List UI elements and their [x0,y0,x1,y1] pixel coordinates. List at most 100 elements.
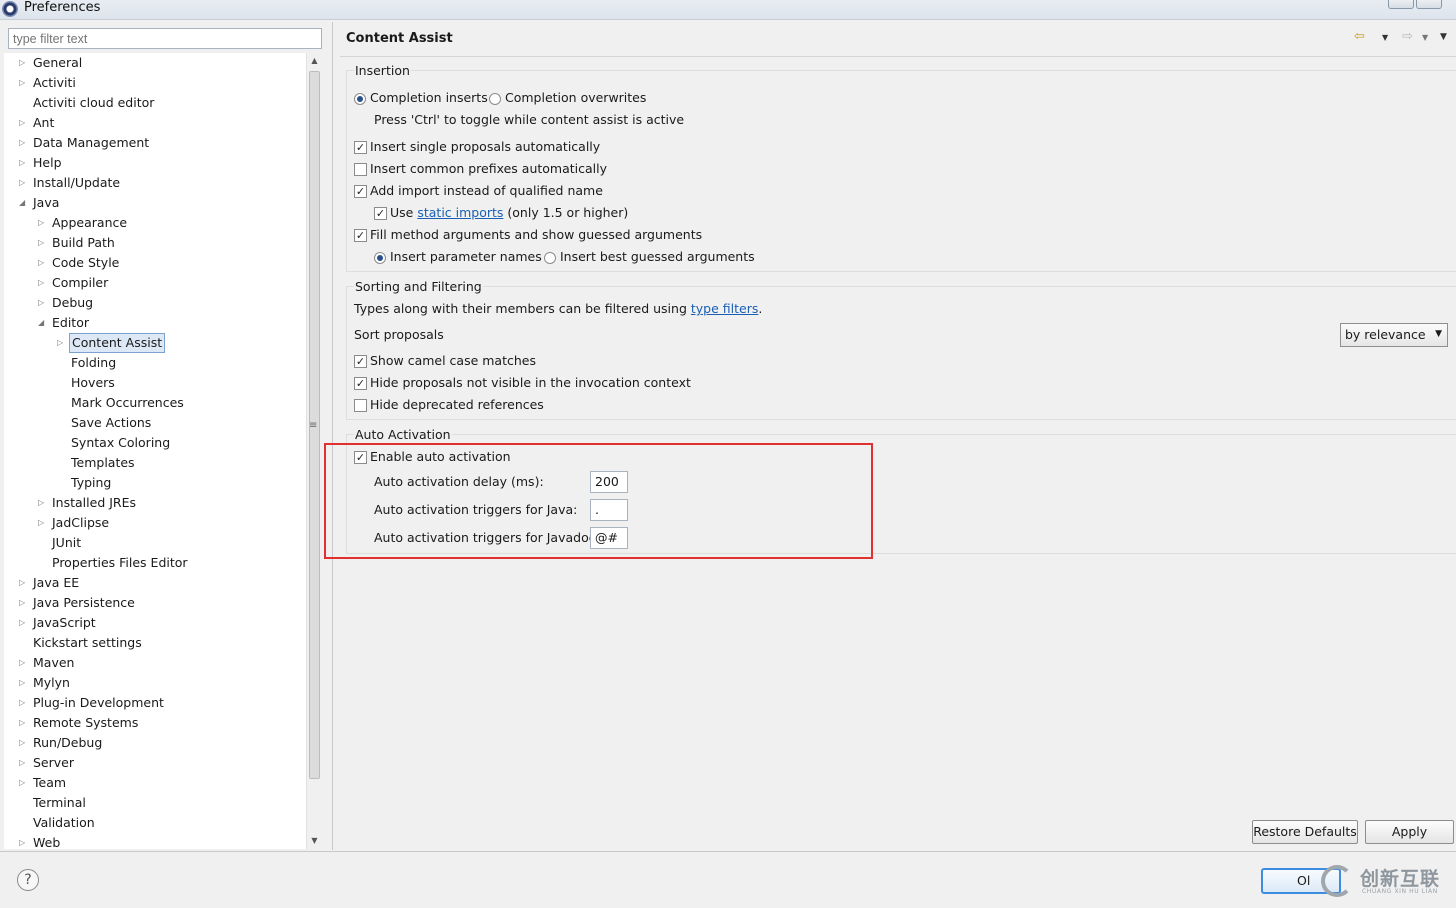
completion-inserts-radio[interactable] [354,93,366,105]
tree-item[interactable]: Terminal [4,793,304,813]
collapsed-arrow-icon[interactable]: ▷ [19,153,29,173]
collapsed-arrow-icon[interactable]: ▷ [19,753,29,773]
tree-item[interactable]: Validation [4,813,304,833]
fill-method-checkbox[interactable]: ✓ [354,229,367,242]
tree-item[interactable]: Templates [4,453,304,473]
expanded-arrow-icon[interactable]: ◢ [19,193,29,213]
tree-item[interactable]: ▷ Team [4,773,304,793]
collapsed-arrow-icon[interactable]: ▷ [38,213,48,233]
hide-not-visible-checkbox[interactable]: ✓ [354,377,367,390]
sort-proposals-select[interactable]: by relevance ▼ [1340,323,1448,347]
tree-item[interactable]: Syntax Coloring [4,433,304,453]
tree-item[interactable]: Typing [4,473,304,493]
tree-item[interactable]: ▷ Debug [4,293,304,313]
tree-item[interactable]: ▷ Help [4,153,304,173]
help-icon[interactable]: ? [17,869,39,891]
collapsed-arrow-icon[interactable]: ▷ [19,113,29,133]
tree-item[interactable]: ▷ Mylyn [4,673,304,693]
tree-item[interactable]: ▷ Activiti [4,73,304,93]
tree-item[interactable]: Properties Files Editor [4,553,304,573]
tree-item[interactable]: Folding [4,353,304,373]
tree-item[interactable]: ▷ Server [4,753,304,773]
filter-input[interactable] [8,28,322,49]
collapsed-arrow-icon[interactable]: ▷ [19,573,29,593]
tree-item[interactable]: ▷ Java EE [4,573,304,593]
collapsed-arrow-icon[interactable]: ▷ [19,73,29,93]
tree-item[interactable]: ▷ Ant [4,113,304,133]
restore-defaults-button[interactable]: Restore Defaults [1252,820,1358,844]
tree-item[interactable]: ▷ Maven [4,653,304,673]
tree-item[interactable]: ▷ JadClipse [4,513,304,533]
tree-item[interactable]: Hovers [4,373,304,393]
static-imports-link[interactable]: static imports [417,205,503,220]
collapsed-arrow-icon[interactable]: ▷ [19,733,29,753]
completion-overwrites-radio[interactable] [489,93,501,105]
back-dropdown-icon[interactable]: ▼ [1382,33,1388,42]
tree-item[interactable]: Activiti cloud editor [4,93,304,113]
collapsed-arrow-icon[interactable]: ▷ [19,833,29,849]
collapsed-arrow-icon[interactable]: ▷ [19,673,29,693]
sash-grip-icon[interactable]: ≡ [309,420,317,431]
scroll-up-icon[interactable]: ▲ [307,53,322,69]
tree-item[interactable]: ▷ Data Management [4,133,304,153]
tree-item[interactable]: ▷ Web [4,833,304,849]
collapsed-arrow-icon[interactable]: ▷ [38,233,48,253]
collapsed-arrow-icon[interactable]: ▷ [38,273,48,293]
expanded-arrow-icon[interactable]: ◢ [38,313,48,333]
collapsed-arrow-icon[interactable]: ▷ [19,173,29,193]
collapsed-arrow-icon[interactable]: ▷ [57,333,67,353]
minimize-button[interactable] [1388,0,1414,9]
tree-item[interactable]: ▷ Build Path [4,233,304,253]
tree-item[interactable]: ▷ JavaScript [4,613,304,633]
tree-item[interactable]: ▷ Remote Systems [4,713,304,733]
tree-item[interactable]: ▷ Content Assist [4,333,304,353]
header-rule [340,56,1456,57]
collapsed-arrow-icon[interactable]: ▷ [19,693,29,713]
use-static-imports-checkbox[interactable]: ✓ [374,207,387,220]
forward-arrow-icon[interactable]: ⇨ [1402,29,1413,44]
scroll-down-icon[interactable]: ▼ [307,833,322,849]
tree-item[interactable]: Kickstart settings [4,633,304,653]
tree-item[interactable]: ◢ Editor [4,313,304,333]
collapsed-arrow-icon[interactable]: ▷ [19,713,29,733]
add-import-checkbox[interactable]: ✓ [354,185,367,198]
pane-divider[interactable] [332,22,333,850]
back-arrow-icon[interactable]: ⇦ [1354,29,1365,44]
tree-item[interactable]: Save Actions [4,413,304,433]
tree-item[interactable]: ▷ Compiler [4,273,304,293]
tree-item[interactable]: ▷ Plug-in Development [4,693,304,713]
insert-best-guessed-radio[interactable] [544,252,556,264]
collapsed-arrow-icon[interactable]: ▷ [38,293,48,313]
tree-item[interactable]: ▷ General [4,53,304,73]
collapsed-arrow-icon[interactable]: ▷ [19,53,29,73]
tree-item[interactable]: ◢ Java [4,193,304,213]
forward-dropdown-icon[interactable]: ▼ [1422,33,1428,42]
tree-item[interactable]: Mark Occurrences [4,393,304,413]
type-filters-link[interactable]: type filters [691,301,759,316]
collapsed-arrow-icon[interactable]: ▷ [19,133,29,153]
tree-item[interactable]: ▷ Code Style [4,253,304,273]
tree-item[interactable]: ▷ Appearance [4,213,304,233]
collapsed-arrow-icon[interactable]: ▷ [38,513,48,533]
tree-item[interactable]: ▷ Java Persistence [4,593,304,613]
tree-scrollbar[interactable]: ▲ ▼ [306,53,321,849]
tree-item[interactable]: ▷ Installed JREs [4,493,304,513]
tree-item[interactable]: ▷ Run/Debug [4,733,304,753]
insert-common-checkbox[interactable] [354,163,367,176]
collapsed-arrow-icon[interactable]: ▷ [38,493,48,513]
collapsed-arrow-icon[interactable]: ▷ [38,253,48,273]
tree-item[interactable]: ▷ Install/Update [4,173,304,193]
tree-item-label: Java Persistence [33,595,135,610]
hide-deprecated-checkbox[interactable] [354,399,367,412]
insert-single-checkbox[interactable]: ✓ [354,141,367,154]
collapsed-arrow-icon[interactable]: ▷ [19,593,29,613]
collapsed-arrow-icon[interactable]: ▷ [19,773,29,793]
apply-button[interactable]: Apply [1365,820,1454,844]
maximize-button[interactable] [1416,0,1442,9]
collapsed-arrow-icon[interactable]: ▷ [19,613,29,633]
view-menu-icon[interactable]: ▼ [1440,32,1447,42]
insert-param-names-radio[interactable] [374,252,386,264]
collapsed-arrow-icon[interactable]: ▷ [19,653,29,673]
tree-item[interactable]: JUnit [4,533,304,553]
camel-case-checkbox[interactable]: ✓ [354,355,367,368]
